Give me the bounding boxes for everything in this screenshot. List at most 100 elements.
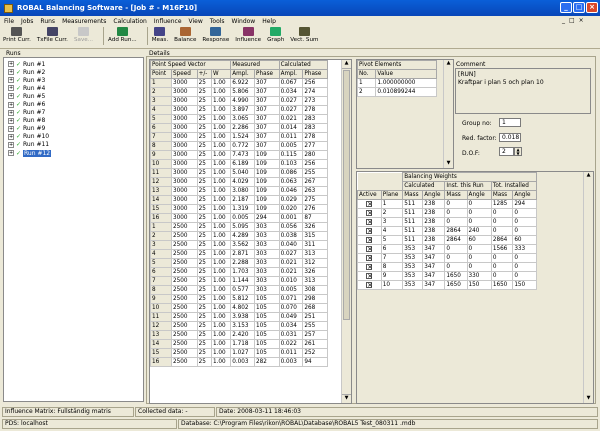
active-cell[interactable]: ✕	[357, 226, 382, 236]
table-row[interactable]: ✕ 7 353 347 0 0 0 0	[357, 253, 537, 263]
table-row[interactable]: ✕ 6 353 347 0 0 1566 333	[357, 244, 537, 254]
tree-item-run[interactable]: + ✓ Run #7	[8, 109, 143, 117]
active-checkbox[interactable]: ✕	[366, 245, 372, 252]
table-row[interactable]: 2 0.010899244	[356, 87, 437, 97]
column-header[interactable]: Angle	[422, 190, 446, 200]
table-row[interactable]: 9 3000 25 1.00 7.473 109 0.115 280	[150, 150, 328, 160]
balancing-weights-panel[interactable]: Balancing Weights Calculated Inst. this …	[356, 171, 594, 404]
expand-icon[interactable]: +	[8, 93, 14, 100]
menu-calculation[interactable]: Calculation	[113, 18, 146, 25]
tree-item-run[interactable]: + ✓ Run #8	[8, 117, 143, 125]
column-header[interactable]: Angle	[512, 190, 537, 200]
runs-tree[interactable]: + ✓ Run #1 + ✓ Run #2 + ✓ Run #3 + ✓ Run #4 + ✓ Run #5…	[3, 57, 144, 402]
table-row[interactable]: 15 3000 25 1.00 1.319 109 0.020 276	[150, 204, 328, 214]
table-row[interactable]: 2 3000 25 1.00 5.806 307 0.034 274	[150, 87, 328, 97]
pivot-elements-panel[interactable]: Pivot Elements No. Value 1 1.000000000 2 0.0…	[356, 59, 454, 169]
active-cell[interactable]: ✕	[357, 271, 382, 281]
active-cell[interactable]: ✕	[357, 244, 382, 254]
pivot-scrollbar[interactable]: ▲ ▼	[443, 60, 453, 168]
close-button[interactable]: ×	[586, 2, 598, 13]
add-run-button[interactable]: Add Run...	[108, 27, 137, 43]
column-header[interactable]: W	[210, 69, 232, 79]
table-row[interactable]: 8 3000 25 1.00 0.772 307 0.005 277	[150, 141, 328, 151]
table-row[interactable]: 14 2500 25 1.00 1.718 105 0.022 261	[150, 339, 328, 349]
expand-icon[interactable]: +	[8, 77, 14, 84]
comment-box[interactable]: [RUN] Kraftpar i plan 5 och plan 10	[455, 68, 591, 114]
menu-tools[interactable]: Tools	[210, 18, 225, 25]
tree-item-run[interactable]: + ✓ Run #5	[8, 92, 143, 100]
column-header[interactable]: No.	[356, 69, 377, 79]
active-cell[interactable]: ✕	[357, 199, 382, 209]
active-checkbox[interactable]: ✕	[366, 272, 372, 279]
column-header[interactable]: Ampl.	[230, 69, 256, 79]
expand-icon[interactable]: +	[8, 69, 14, 76]
column-header[interactable]: Angle	[466, 190, 492, 200]
meas-button[interactable]: Meas.	[152, 27, 168, 43]
active-checkbox[interactable]: ✕	[366, 263, 372, 270]
table-row[interactable]: 1 1.000000000	[356, 78, 437, 88]
table-row[interactable]: 15 2500 25 1.00 1.027 105 0.011 252	[150, 348, 328, 358]
table-row[interactable]: ✕ 1 511 238 0 0 1285 294	[357, 199, 537, 209]
table-row[interactable]: ✕ 10 353 347 1650 150 1650 150	[357, 280, 537, 290]
column-header[interactable]: Phase	[302, 69, 328, 79]
point-speed-vector-table[interactable]: Point Speed Vector Measured Calculated P…	[149, 59, 352, 404]
table-row[interactable]: 8 2500 25 1.00 0.577 303 0.005 308	[150, 285, 328, 295]
table-row[interactable]: ✕ 4 511 238 2864 240 0 0	[357, 226, 537, 236]
psv-scroll-thumb[interactable]	[343, 70, 350, 320]
table-row[interactable]: 7 3000 25 1.00 1.524 307 0.011 278	[150, 132, 328, 142]
table-row[interactable]: 12 3000 25 1.00 4.029 109 0.063 267	[150, 177, 328, 187]
red-factor-field[interactable]: 0.018	[499, 133, 521, 142]
expand-icon[interactable]: +	[8, 141, 14, 148]
mdi-window-controls[interactable]: _□×	[562, 17, 588, 24]
influence-button[interactable]: Influence	[235, 27, 261, 43]
table-row[interactable]: 4 2500 25 1.00 2.871 303 0.027 313	[150, 249, 328, 259]
menu-file[interactable]: File	[4, 18, 14, 25]
column-header[interactable]: Active	[357, 190, 382, 200]
psv-scrollbar[interactable]: ▲ ▼	[341, 60, 351, 403]
expand-icon[interactable]: +	[8, 61, 14, 68]
expand-icon[interactable]: +	[8, 133, 14, 140]
tree-item-run[interactable]: + ✓ Run #1	[8, 60, 143, 68]
table-row[interactable]: 6 3000 25 1.00 2.286 307 0.014 283	[150, 123, 328, 133]
column-header[interactable]: Ampl.	[278, 69, 304, 79]
active-checkbox[interactable]: ✕	[366, 236, 372, 243]
expand-icon[interactable]: +	[8, 101, 14, 108]
tree-item-run[interactable]: + ✓ Run #6	[8, 100, 143, 108]
menu-help[interactable]: Help	[262, 18, 276, 25]
txfile-curr-button[interactable]: TxFile Curr.	[37, 27, 68, 43]
column-header[interactable]: Point	[150, 69, 173, 79]
active-checkbox[interactable]: ✕	[366, 254, 372, 261]
table-row[interactable]: 1 3000 25 1.00 6.922 307 0.067 256	[150, 78, 328, 88]
minimize-button[interactable]: _	[560, 2, 572, 13]
dof-spinner[interactable]: ▲ ▼	[514, 147, 522, 156]
expand-icon[interactable]: +	[8, 125, 14, 132]
column-header[interactable]: Phase	[254, 69, 280, 79]
active-cell[interactable]: ✕	[357, 208, 382, 218]
table-row[interactable]: 16 2500 25 1.00 0.003 282 0.003 94	[150, 357, 328, 367]
tree-item-run[interactable]: + ✓ Run #4	[8, 84, 143, 92]
group-no-field[interactable]: 1	[499, 118, 521, 127]
expand-icon[interactable]: +	[8, 117, 14, 124]
table-row[interactable]: 11 3000 25 1.00 5.040 109 0.086 255	[150, 168, 328, 178]
table-row[interactable]: ✕ 5 511 238 2864 60 2864 60	[357, 235, 537, 245]
table-row[interactable]: 14 3000 25 1.00 2.187 109 0.029 275	[150, 195, 328, 205]
active-checkbox[interactable]: ✕	[366, 200, 372, 207]
table-row[interactable]: 1 2500 25 1.00 5.095 303 0.056 326	[150, 222, 328, 232]
bw-scrollbar[interactable]: ▲ ▼	[583, 172, 593, 403]
table-row[interactable]: 4 3000 25 1.00 3.897 307 0.027 278	[150, 105, 328, 115]
active-checkbox[interactable]: ✕	[366, 281, 372, 288]
menu-jobs[interactable]: Jobs	[21, 18, 33, 25]
table-row[interactable]: ✕ 9 353 347 1650 330 0 0	[357, 271, 537, 281]
active-checkbox[interactable]: ✕	[366, 227, 372, 234]
table-row[interactable]: 9 2500 25 1.00 5.812 105 0.071 298	[150, 294, 328, 304]
tree-item-run[interactable]: + ✓ Run #12	[8, 149, 143, 157]
response-button[interactable]: Response	[202, 27, 229, 43]
table-row[interactable]: 13 3000 25 1.00 3.080 109 0.046 263	[150, 186, 328, 196]
column-header[interactable]: Mass	[402, 190, 424, 200]
active-cell[interactable]: ✕	[357, 280, 382, 290]
menu-measurements[interactable]: Measurements	[62, 18, 106, 25]
table-row[interactable]: 5 3000 25 1.00 3.065 307 0.021 283	[150, 114, 328, 124]
table-row[interactable]: 12 2500 25 1.00 3.153 105 0.034 255	[150, 321, 328, 331]
menu-runs[interactable]: Runs	[40, 18, 55, 25]
save-button[interactable]: Save...	[74, 27, 93, 43]
